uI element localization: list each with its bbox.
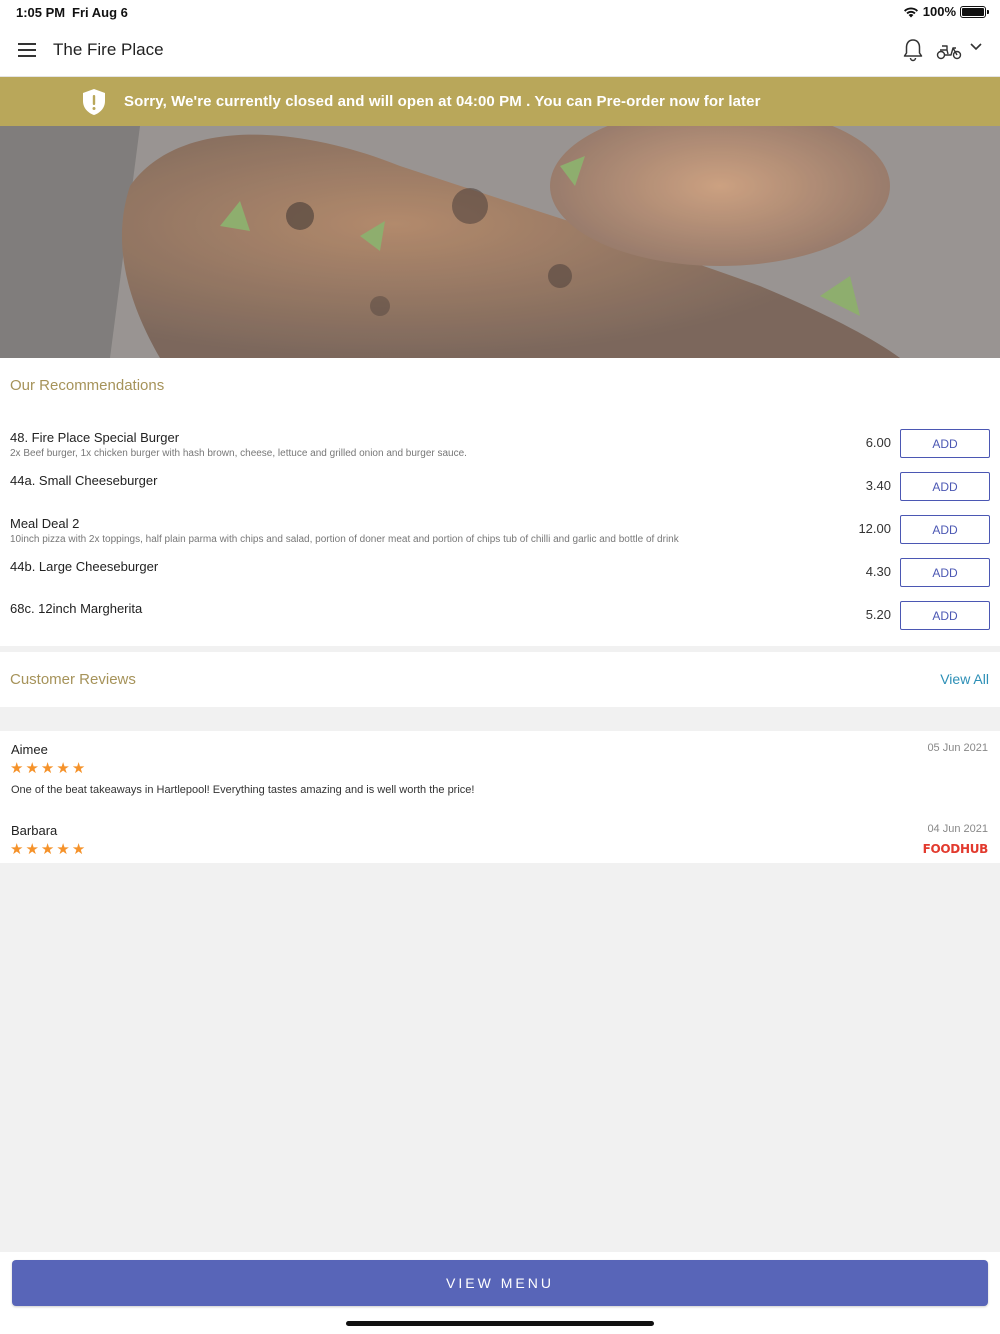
status-date: Fri Aug 6	[72, 5, 128, 20]
add-button[interactable]: ADD	[900, 472, 990, 501]
item-price: 6.00	[865, 435, 891, 450]
add-button[interactable]: ADD	[900, 515, 990, 544]
review-author: Barbara	[11, 823, 58, 838]
star-icon: ★	[25, 841, 39, 858]
closed-message: Sorry, We're currently closed and will o…	[124, 93, 761, 110]
item-name: 68c. 12inch Margherita	[10, 601, 143, 616]
item-price: 3.40	[865, 478, 891, 493]
status-bar: 1:05 PM Fri Aug 6 100%	[0, 0, 1000, 24]
closed-banner: Sorry, We're currently closed and will o…	[0, 77, 1000, 126]
restaurant-title: The Fire Place	[53, 40, 164, 59]
reviews-list: Aimee 05 Jun 2021 ★ ★ ★ ★ ★ One of the beat …	[0, 731, 1000, 863]
review-date: 04 Jun 2021	[927, 823, 988, 835]
hero-image	[0, 126, 1000, 358]
battery-percent: 100%	[922, 4, 956, 19]
battery-icon	[960, 5, 989, 18]
reviews-title: Customer Reviews	[10, 671, 136, 688]
star-icon: ★	[71, 760, 86, 777]
item-name: Meal Deal 2	[10, 516, 80, 531]
star-icon: ★	[25, 760, 39, 777]
item-name: 44b. Large Cheeseburger	[10, 559, 159, 574]
reviews-header: Customer Reviews View All	[0, 652, 1000, 707]
item-name: 48. Fire Place Special Burger	[10, 430, 180, 445]
review-text: One of the beat takeaways in Hartlepool!…	[11, 784, 475, 796]
status-right: 100%	[903, 4, 989, 19]
star-icon: ★	[40, 841, 55, 858]
home-indicator	[346, 1321, 654, 1326]
view-menu-button[interactable]: VIEW MENU	[12, 1260, 988, 1306]
item-description: 2x Beef burger, 1x chicken burger with h…	[10, 448, 467, 459]
item-price: 4.30	[865, 564, 891, 579]
item-price: 12.00	[858, 521, 891, 536]
foodhub-logo: FOODHUB	[922, 842, 989, 856]
item-price: 5.20	[865, 607, 891, 622]
item-description: 10inch pizza with 2x toppings, half plai…	[10, 534, 679, 545]
star-icon: ★	[40, 760, 55, 777]
star-icon: ★	[10, 760, 24, 777]
star-rating: ★ ★ ★ ★ ★	[10, 761, 85, 776]
star-icon: ★	[56, 841, 70, 858]
view-all-link[interactable]: View All	[940, 671, 989, 687]
menu-icon[interactable]	[14, 38, 40, 62]
chevron-down-icon[interactable]	[969, 42, 983, 52]
add-button[interactable]: ADD	[900, 601, 990, 630]
star-icon: ★	[56, 760, 70, 777]
review-date: 05 Jun 2021	[927, 742, 988, 754]
shield-alert-icon	[83, 89, 105, 115]
scooter-icon[interactable]	[936, 39, 962, 61]
item-name: 44a. Small Cheeseburger	[10, 473, 158, 488]
bell-icon[interactable]	[902, 38, 924, 62]
recommendations-section: Our Recommendations 48. Fire Place Speci…	[0, 358, 1000, 646]
add-button[interactable]: ADD	[900, 558, 990, 587]
wifi-icon	[903, 6, 918, 17]
add-button[interactable]: ADD	[900, 429, 990, 458]
star-rating: ★ ★ ★ ★ ★	[10, 842, 85, 857]
star-icon: ★	[10, 841, 24, 858]
status-time: 1:05 PM	[16, 5, 66, 20]
star-icon: ★	[71, 841, 86, 858]
recommendations-title: Our Recommendations	[10, 377, 165, 394]
app-header: The Fire Place	[0, 24, 1000, 77]
review-author: Aimee	[11, 742, 48, 757]
